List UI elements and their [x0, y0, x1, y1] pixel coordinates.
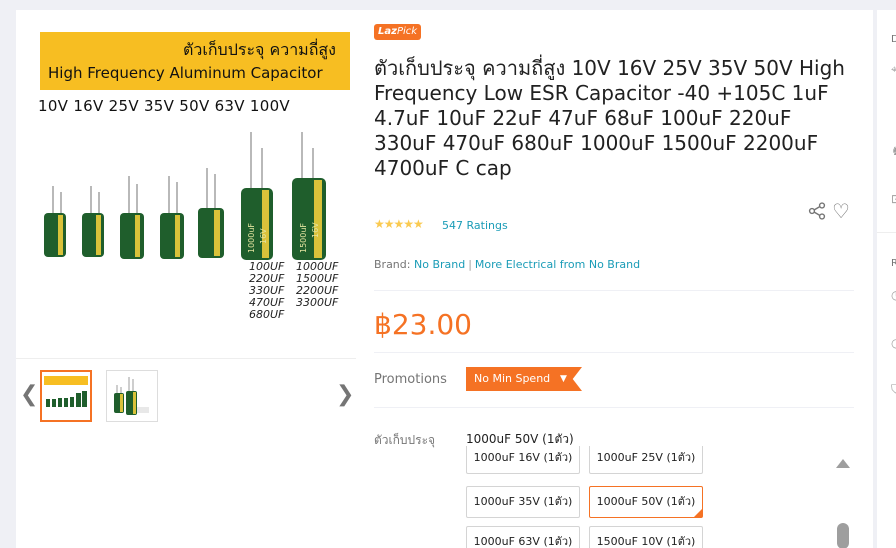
variation-option[interactable]: 1000uF 35V (1ตัว) — [466, 486, 580, 518]
capacitor-label-1500uf: 1500uF — [299, 223, 308, 253]
variation-option[interactable]: 1000uF 63V (1ตัว) — [466, 526, 580, 548]
caret-down-icon: ▼ — [560, 374, 567, 384]
image-banner: ตัวเก็บประจุ ความถี่สูง High Frequency A… — [40, 32, 350, 90]
warranty-icon: ◔ — [891, 336, 896, 350]
banner-english-text: High Frequency Aluminum Capacitor — [48, 64, 323, 82]
brand-label: Brand: — [374, 258, 411, 271]
capacitance-values-col1: 100UF 220UF 330UF 470UF 680UF — [249, 260, 285, 321]
gallery-divider — [16, 358, 356, 359]
return-heading-fragment: R — [891, 258, 896, 269]
capacitor-voltage-16v: 16V — [311, 222, 320, 238]
variation-label: ตัวเก็บประจุ — [374, 433, 436, 447]
rating-stars: ★★★★★ — [374, 217, 424, 231]
return-icon: ◷ — [891, 288, 896, 302]
lazpick-badge-prefix: Laz — [378, 26, 397, 37]
capacitor-illustration: 1000uF 16V 1500uF 16V — [44, 132, 326, 260]
divider — [374, 407, 854, 408]
brand-link[interactable]: No Brand — [414, 258, 465, 271]
delivery-panel: D ⌖ ♞ ⊡ R ◷ ◔ ⛉ — [877, 10, 896, 548]
thumbnail-image — [114, 377, 149, 415]
lazpick-badge: LazPick — [374, 24, 422, 40]
thumbnail-image — [44, 376, 88, 407]
more-from-brand-link[interactable]: More Electrical from No Brand — [475, 258, 640, 271]
variation-option[interactable]: 1000uF 25V (1ตัว) — [589, 446, 703, 474]
variation-option-selected[interactable]: 1000uF 50V (1ตัว) — [589, 486, 703, 518]
capacitor-voltage-16v: 16V — [259, 228, 268, 244]
variation-option[interactable]: 1500uF 10V (1ตัว) — [589, 526, 703, 548]
chevron-left-icon[interactable]: ❮ — [20, 382, 38, 407]
capacitor-label-1000uf: 1000uF — [247, 223, 256, 253]
promotion-tag-text: No Min Spend — [474, 372, 551, 385]
delivery-icon: ♞ — [891, 144, 896, 158]
shield-icon: ⛉ — [891, 382, 896, 396]
product-title: ตัวเก็บประจุ ความถี่สูง 10V 16V 25V 35V … — [374, 56, 845, 180]
main-product-image[interactable]: ตัวเก็บประจุ ความถี่สูง High Frequency A… — [16, 10, 356, 358]
share-icon[interactable] — [808, 202, 826, 225]
capacitance-values-col2: 1000UF 1500UF 2200UF 3300UF — [296, 260, 339, 309]
ratings-link[interactable]: 547 Ratings — [442, 219, 508, 232]
divider — [374, 290, 854, 291]
thumbnail-1[interactable] — [40, 370, 92, 422]
product-page: D ⌖ ♞ ⊡ R ◷ ◔ ⛉ ตัวเก็บประจุ ความถี่สูง … — [0, 0, 896, 548]
cod-icon: ⊡ — [891, 192, 896, 206]
side-divider — [877, 232, 896, 233]
divider — [374, 352, 854, 353]
scrollbar-thumb[interactable] — [837, 523, 849, 548]
thumbnail-2[interactable] — [106, 370, 158, 422]
heart-icon[interactable]: ♡ — [832, 199, 850, 223]
lazpick-badge-suffix: Pick — [396, 26, 418, 37]
promotions-label: Promotions — [374, 372, 447, 387]
brand-row: Brand: No Brand | More Electrical from No … — [374, 258, 640, 271]
delivery-heading-fragment: D — [891, 34, 896, 45]
price: ฿23.00 — [374, 308, 472, 341]
variation-options: 1000uF 16V (1ตัว) 1000uF 25V (1ตัว) 1000… — [466, 446, 716, 548]
location-icon: ⌖ — [891, 62, 896, 76]
variation-option[interactable]: 1000uF 16V (1ตัว) — [466, 446, 580, 474]
chevron-right-icon[interactable]: ❯ — [336, 382, 354, 407]
banner-thai-text: ตัวเก็บประจุ ความถี่สูง — [183, 40, 336, 59]
brand-separator: | — [468, 258, 472, 271]
share-glyph — [808, 202, 826, 220]
scroll-up-arrow-icon[interactable] — [836, 459, 850, 468]
voltage-list: 10V 16V 25V 35V 50V 63V 100V — [38, 97, 290, 115]
promotion-tag[interactable]: No Min Spend ▼ — [466, 367, 582, 391]
